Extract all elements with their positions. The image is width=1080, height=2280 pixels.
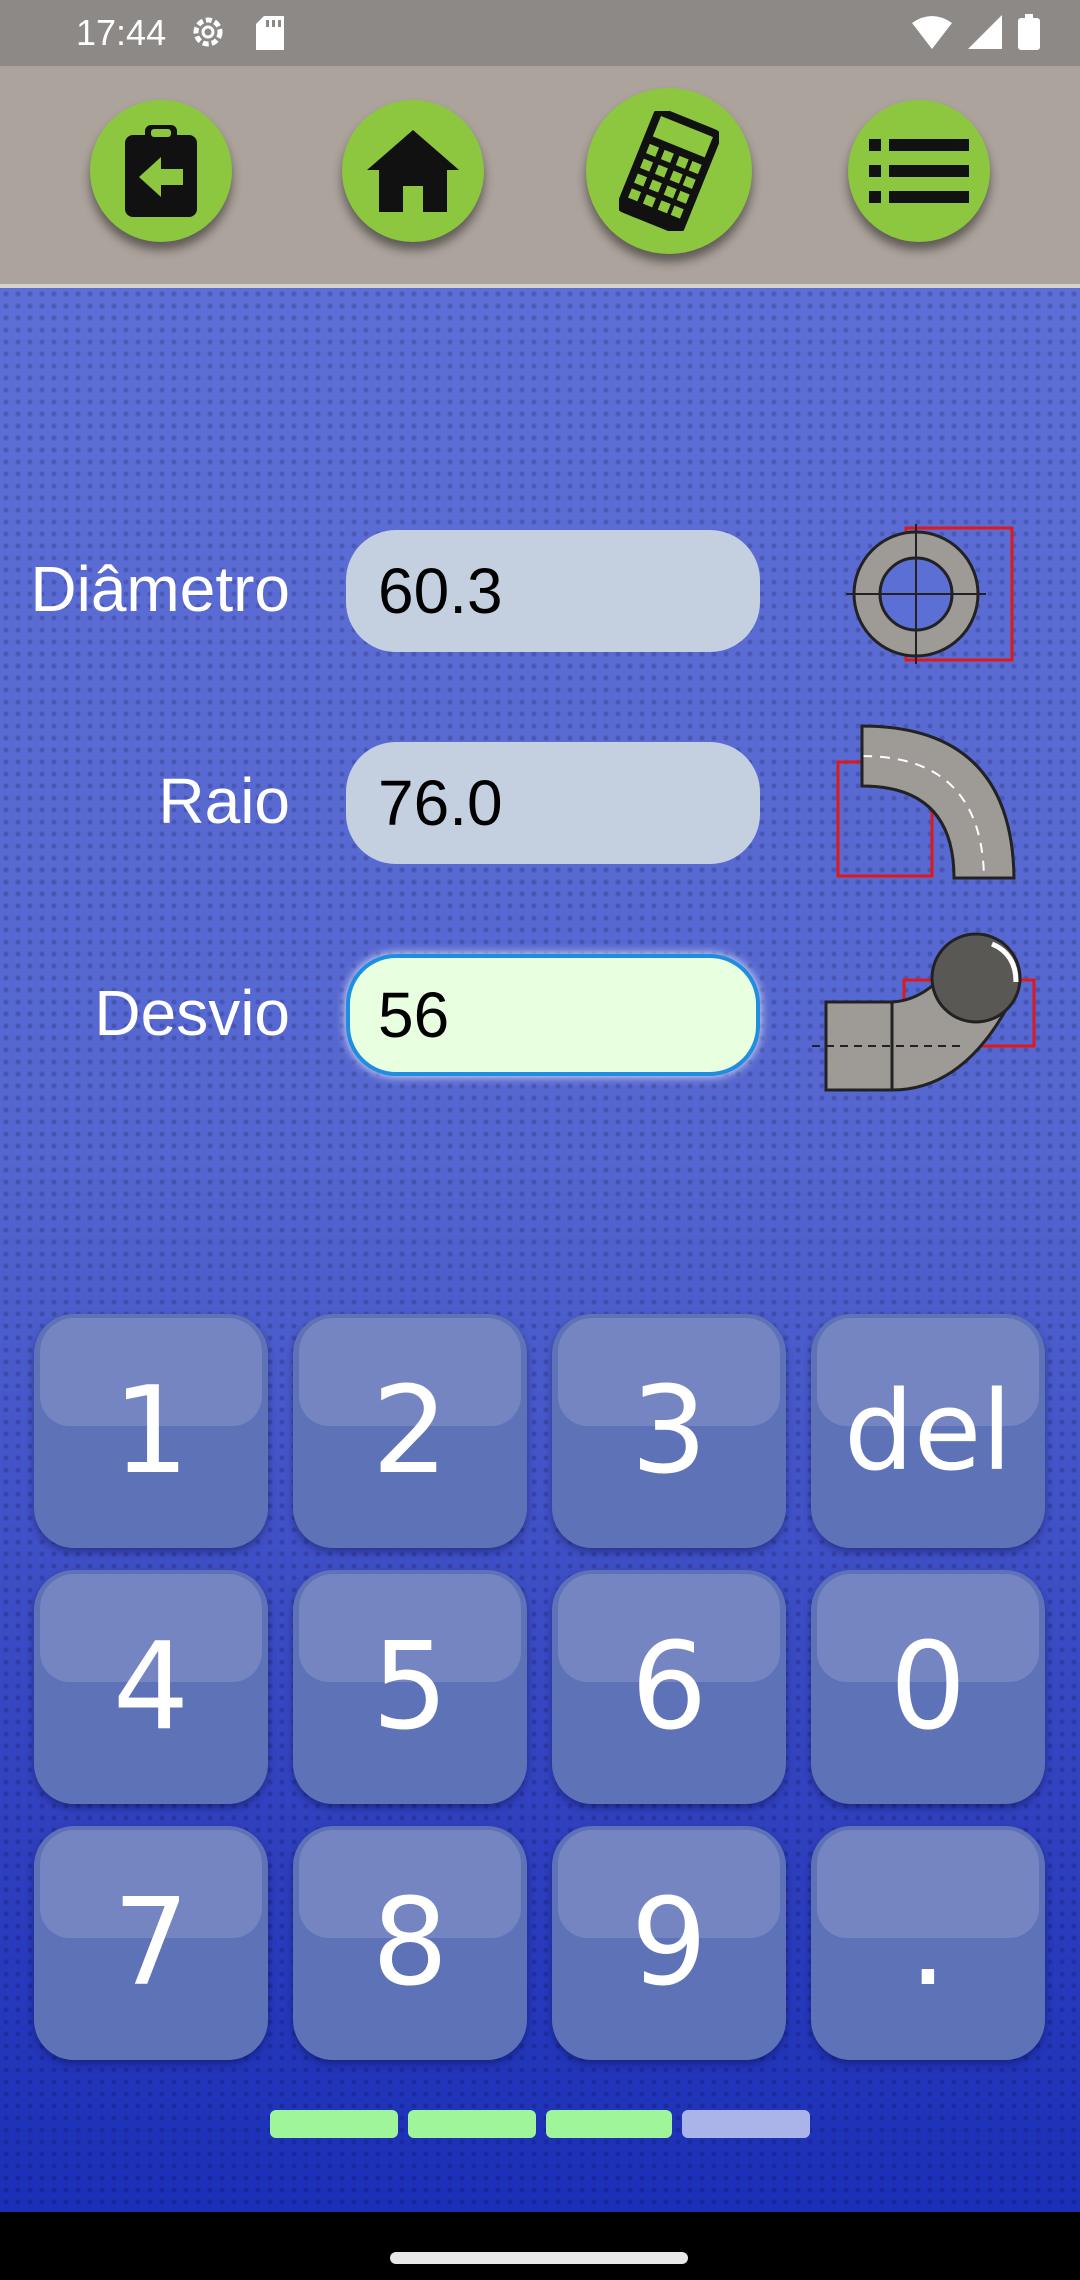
calculator-icon xyxy=(619,111,719,231)
navigation-bar xyxy=(0,2212,1080,2280)
key-7[interactable]: 7 xyxy=(34,1826,268,2060)
key-6-label: 6 xyxy=(630,1617,708,1757)
elbow-radius-icon xyxy=(836,724,1016,880)
battery-icon xyxy=(1018,14,1040,50)
key-dot-label: . xyxy=(908,1873,948,2013)
calculator-button[interactable] xyxy=(586,88,752,254)
key-0-label: 0 xyxy=(889,1617,967,1757)
key-del[interactable]: del xyxy=(811,1314,1045,1548)
pipe-cross-section-icon xyxy=(846,524,1014,664)
key-1-label: 1 xyxy=(112,1361,190,1501)
status-right xyxy=(912,14,1040,50)
progress-segment-2 xyxy=(408,2110,536,2138)
signal-icon xyxy=(968,15,1002,49)
desvio-label: Desvio xyxy=(94,977,290,1049)
key-del-label: del xyxy=(843,1367,1013,1495)
clipboard-back-icon xyxy=(125,125,197,217)
status-time: 17:44 xyxy=(76,12,167,53)
key-3-label: 3 xyxy=(630,1361,708,1501)
key-0[interactable]: 0 xyxy=(811,1570,1045,1804)
raio-input[interactable]: 76.0 xyxy=(346,742,760,864)
key-1[interactable]: 1 xyxy=(34,1314,268,1548)
key-5[interactable]: 5 xyxy=(293,1570,527,1804)
top-toolbar xyxy=(0,66,1080,288)
key-9[interactable]: 9 xyxy=(552,1826,786,2060)
raio-label: Raio xyxy=(158,765,290,837)
key-2-label: 2 xyxy=(371,1361,449,1501)
gear-icon xyxy=(193,17,223,47)
key-8[interactable]: 8 xyxy=(293,1826,527,2060)
key-5-label: 5 xyxy=(371,1617,449,1757)
key-dot[interactable]: . xyxy=(811,1826,1045,2060)
key-7-label: 7 xyxy=(112,1873,190,2013)
key-2[interactable]: 2 xyxy=(293,1314,527,1548)
diametro-label: Diâmetro xyxy=(30,553,290,625)
home-button[interactable] xyxy=(342,100,484,242)
key-4[interactable]: 4 xyxy=(34,1570,268,1804)
progress-segment-4 xyxy=(682,2110,810,2138)
key-6[interactable]: 6 xyxy=(552,1570,786,1804)
progress-segment-3 xyxy=(546,2110,672,2138)
wifi-icon xyxy=(912,16,952,49)
status-bar: 17:44 xyxy=(0,0,1080,66)
key-3[interactable]: 3 xyxy=(552,1314,786,1548)
desvio-input[interactable]: 56 xyxy=(346,954,760,1076)
key-8-label: 8 xyxy=(371,1873,449,2013)
key-4-label: 4 xyxy=(112,1617,190,1757)
diametro-input[interactable]: 60.3 xyxy=(346,530,760,652)
home-gesture-handle[interactable] xyxy=(390,2252,688,2264)
elbow-offset-icon xyxy=(812,932,1036,1092)
sd-card-icon xyxy=(256,16,284,50)
home-icon xyxy=(367,130,459,212)
key-9-label: 9 xyxy=(630,1873,708,2013)
list-button[interactable] xyxy=(848,100,990,242)
progress-segment-1 xyxy=(270,2110,398,2138)
list-icon xyxy=(869,139,969,203)
clipboard-back-button[interactable] xyxy=(90,100,232,242)
